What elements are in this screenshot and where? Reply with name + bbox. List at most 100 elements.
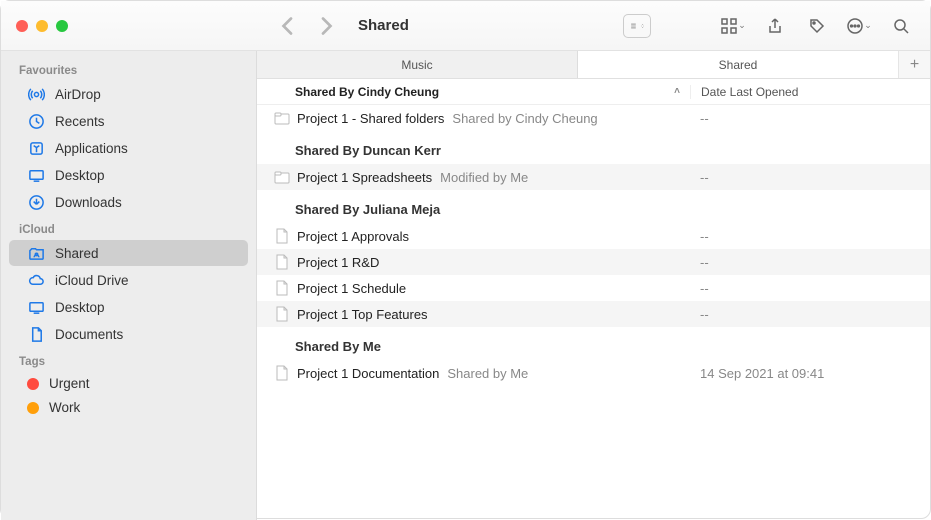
- sidebar-item-label: Documents: [55, 327, 123, 342]
- file-list: Project 1 - Shared folders Shared by Cind…: [257, 105, 930, 520]
- file-row[interactable]: Project 1 Schedule --: [257, 275, 930, 301]
- file-subtitle: Modified by Me: [440, 170, 528, 185]
- tab-shared[interactable]: Shared: [578, 51, 898, 78]
- column-label: Date Last Opened: [701, 85, 798, 99]
- sidebar: Favourites AirDrop Recents Applications Des…: [1, 51, 257, 520]
- sidebar-item-label: Work: [49, 400, 80, 415]
- file-row[interactable]: Project 1 Approvals --: [257, 223, 930, 249]
- column-date-last-opened[interactable]: Date Last Opened: [690, 85, 930, 99]
- tags-button[interactable]: [803, 14, 831, 38]
- document-icon: [273, 253, 291, 271]
- documents-icon: [27, 325, 45, 343]
- shared-icon: [27, 244, 45, 262]
- file-date: --: [690, 255, 930, 270]
- sidebar-item-recents[interactable]: Recents: [9, 108, 248, 134]
- file-row[interactable]: Project 1 Documentation Shared by Me 14 Se…: [257, 360, 930, 386]
- sidebar-item-label: AirDrop: [55, 87, 101, 102]
- file-date: --: [690, 281, 930, 296]
- content-area: Music Shared + Shared By Cindy Cheung ˄ …: [257, 51, 930, 520]
- file-subtitle: Shared by Cindy Cheung: [452, 111, 597, 126]
- tab-music[interactable]: Music: [257, 51, 578, 78]
- file-row[interactable]: Project 1 Spreadsheets Modified by Me --: [257, 164, 930, 190]
- toolbar: Shared ⌄ ⌄: [270, 14, 915, 38]
- close-window-button[interactable]: [16, 20, 28, 32]
- view-list-button[interactable]: [623, 14, 651, 38]
- sidebar-item-downloads[interactable]: Downloads: [9, 189, 248, 215]
- sidebar-item-label: Shared: [55, 246, 99, 261]
- column-shared-by[interactable]: Shared By Cindy Cheung ˄: [295, 85, 690, 99]
- sidebar-item-label: Applications: [55, 141, 128, 156]
- sidebar-item-urgent[interactable]: Urgent: [9, 372, 248, 395]
- forward-button[interactable]: [314, 14, 338, 38]
- file-row[interactable]: Project 1 R&D --: [257, 249, 930, 275]
- file-row[interactable]: Project 1 Top Features --: [257, 301, 930, 327]
- group-header: Shared By Duncan Kerr: [257, 131, 930, 164]
- recents-icon: [27, 112, 45, 130]
- tab-label: Shared: [719, 58, 758, 72]
- more-actions-button[interactable]: ⌄: [845, 14, 873, 38]
- desktop-icon: [27, 298, 45, 316]
- folder-icon: [273, 168, 291, 186]
- file-row[interactable]: Project 1 - Shared folders Shared by Cind…: [257, 105, 930, 131]
- document-icon: [273, 305, 291, 323]
- tab-bar: Music Shared +: [257, 51, 930, 79]
- file-subtitle: Shared by Me: [447, 366, 528, 381]
- file-date: --: [690, 307, 930, 322]
- sidebar-heading-icloud: iCloud: [1, 216, 256, 239]
- sort-chevron-icon: ˄: [674, 86, 680, 97]
- sidebar-heading-favourites: Favourites: [1, 57, 256, 80]
- new-tab-button[interactable]: +: [898, 51, 930, 78]
- traffic-lights: [16, 20, 270, 32]
- sidebar-item-applications[interactable]: Applications: [9, 135, 248, 161]
- document-icon: [273, 227, 291, 245]
- document-icon: [273, 279, 291, 297]
- file-date: --: [690, 229, 930, 244]
- desktop-icon: [27, 166, 45, 184]
- fullscreen-window-button[interactable]: [56, 20, 68, 32]
- folder-icon: [273, 109, 291, 127]
- column-label: Shared By Cindy Cheung: [295, 85, 439, 99]
- titlebar: Shared ⌄ ⌄: [1, 1, 930, 51]
- tag-color-dot: [27, 378, 39, 390]
- minimize-window-button[interactable]: [36, 20, 48, 32]
- sidebar-item-desktop[interactable]: Desktop: [9, 294, 248, 320]
- tab-label: Music: [401, 58, 432, 72]
- sidebar-item-label: Recents: [55, 114, 105, 129]
- file-name: Project 1 Approvals: [297, 229, 409, 244]
- sidebar-item-shared[interactable]: Shared: [9, 240, 248, 266]
- back-button[interactable]: [276, 14, 300, 38]
- sidebar-item-label: iCloud Drive: [55, 273, 129, 288]
- sidebar-item-label: Desktop: [55, 168, 105, 183]
- file-date: --: [690, 170, 930, 185]
- sidebar-item-label: Urgent: [49, 376, 90, 391]
- sidebar-item-work[interactable]: Work: [9, 396, 248, 419]
- file-name: Project 1 - Shared folders: [297, 111, 444, 126]
- sidebar-item-documents[interactable]: Documents: [9, 321, 248, 347]
- sidebar-item-airdrop[interactable]: AirDrop: [9, 81, 248, 107]
- column-header: Shared By Cindy Cheung ˄ Date Last Opene…: [257, 79, 930, 105]
- search-button[interactable]: [887, 14, 915, 38]
- file-date: 14 Sep 2021 at 09:41: [690, 366, 930, 381]
- sidebar-item-icloud-drive[interactable]: iCloud Drive: [9, 267, 248, 293]
- file-name: Project 1 Top Features: [297, 307, 428, 322]
- sidebar-item-label: Desktop: [55, 300, 105, 315]
- group-header: Shared By Juliana Meja: [257, 190, 930, 223]
- sidebar-item-desktop[interactable]: Desktop: [9, 162, 248, 188]
- file-name: Project 1 R&D: [297, 255, 379, 270]
- sidebar-item-label: Downloads: [55, 195, 122, 210]
- document-icon: [273, 364, 291, 382]
- sidebar-heading-tags: Tags: [1, 348, 256, 371]
- group-by-button[interactable]: ⌄: [719, 14, 747, 38]
- downloads-icon: [27, 193, 45, 211]
- share-button[interactable]: [761, 14, 789, 38]
- file-name: Project 1 Schedule: [297, 281, 406, 296]
- applications-icon: [27, 139, 45, 157]
- file-name: Project 1 Spreadsheets: [297, 170, 432, 185]
- file-name: Project 1 Documentation: [297, 366, 439, 381]
- tag-color-dot: [27, 402, 39, 414]
- group-header: Shared By Me: [257, 327, 930, 360]
- airdrop-icon: [27, 85, 45, 103]
- window-title: Shared: [358, 17, 409, 34]
- file-date: --: [690, 111, 930, 126]
- icloud-drive-icon: [27, 271, 45, 289]
